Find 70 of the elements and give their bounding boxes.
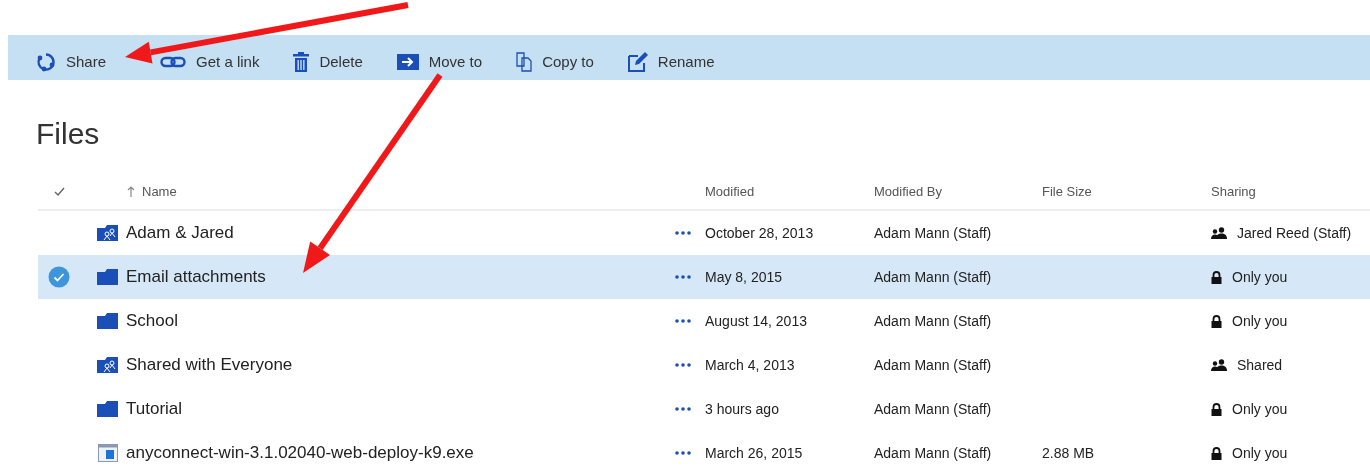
file-row[interactable]: Email attachments May 8, 2015 Adam Mann (Staff) Only you: [38, 255, 1370, 299]
file-size: 2.88 MB: [1042, 445, 1095, 461]
modified-date: 3 hours ago: [705, 401, 779, 417]
link-icon: [160, 54, 187, 69]
file-row[interactable]: Tutorial 3 hours ago Adam Mann (Staff) Only you: [38, 387, 1370, 431]
modified-date: May 8, 2015: [705, 269, 783, 285]
file-name[interactable]: Tutorial: [126, 399, 183, 419]
modified-by: Adam Mann (Staff): [874, 313, 992, 329]
more-options-icon[interactable]: [675, 363, 691, 367]
column-header[interactable]: File Size: [1042, 184, 1092, 199]
modified-by: Adam Mann (Staff): [874, 401, 992, 417]
toolbar-button[interactable]: Rename: [627, 51, 715, 72]
modified-by: Adam Mann (Staff): [874, 445, 992, 461]
column-header[interactable]: Modified By: [874, 184, 942, 199]
edit-icon: [627, 51, 648, 72]
sharing-status: Jared Reed (Staff): [1237, 225, 1352, 241]
move-icon: [396, 53, 419, 70]
more-options-icon[interactable]: [675, 451, 691, 455]
page-title: Files: [36, 116, 101, 152]
modified-by: Adam Mann (Staff): [874, 269, 992, 285]
column-header[interactable]: Sharing: [1211, 184, 1256, 199]
toolbar-button[interactable]: Copy to: [516, 51, 594, 72]
lock-icon: [1211, 314, 1222, 328]
modified-date: March 4, 2013: [705, 357, 795, 373]
more-options-icon[interactable]: [675, 275, 691, 279]
more-options-icon[interactable]: [675, 319, 691, 323]
more-options-icon[interactable]: [675, 231, 691, 235]
people-icon: [1211, 359, 1227, 371]
file-row[interactable]: anyconnect-win-3.1.02040-web-deploy-k9.exe March 26, 2015 Adam Mann (Staff) 2.88 MB Only you: [38, 431, 1370, 471]
lock-icon: [1211, 446, 1222, 460]
file-row[interactable]: Adam & Jared October 28, 2013 Adam Mann (Staff) Jared Reed (Staff): [38, 211, 1370, 255]
trash-icon: [293, 51, 310, 72]
shared-folder-icon: [97, 225, 118, 241]
people-icon: [1211, 227, 1227, 239]
file-row[interactable]: Shared with Everyone March 4, 2013 Adam Mann (Staff) Shared: [38, 343, 1370, 387]
toolbar-button[interactable]: Share: [36, 51, 107, 72]
file-name[interactable]: Shared with Everyone: [126, 355, 293, 375]
modified-date: March 26, 2015: [705, 445, 803, 461]
sharing-status: Only you: [1232, 313, 1288, 329]
exe-file-icon: [98, 444, 118, 462]
file-name[interactable]: Email attachments: [126, 267, 266, 287]
file-name[interactable]: Adam & Jared: [126, 223, 234, 243]
select-all-check-icon[interactable]: [53, 187, 65, 196]
sharing-status: Only you: [1232, 269, 1288, 285]
column-header[interactable]: Modified: [705, 184, 755, 199]
toolbar-button[interactable]: Move to: [396, 53, 483, 70]
shared-folder-icon: [97, 357, 118, 373]
selected-check-icon[interactable]: [48, 266, 70, 288]
lock-icon: [1211, 402, 1222, 416]
share-icon: [36, 51, 56, 72]
sort-up-icon: [127, 186, 135, 197]
modified-by: Adam Mann (Staff): [874, 357, 992, 373]
modified-by: Adam Mann (Staff): [874, 225, 992, 241]
toolbar-button[interactable]: Delete: [293, 51, 363, 72]
modified-date: August 14, 2013: [705, 313, 807, 329]
folder-icon: [97, 313, 118, 329]
sharing-status: Only you: [1232, 401, 1288, 417]
lock-icon: [1211, 270, 1222, 284]
more-options-icon[interactable]: [675, 407, 691, 411]
sharing-status: Only you: [1232, 445, 1288, 461]
file-row[interactable]: School August 14, 2013 Adam Mann (Staff) Only you: [38, 299, 1370, 343]
column-header[interactable]: Name: [142, 184, 177, 199]
file-name[interactable]: anyconnect-win-3.1.02040-web-deploy-k9.exe: [126, 443, 474, 463]
copy-icon: [516, 51, 533, 72]
file-name[interactable]: School: [126, 311, 178, 331]
sharing-status: Shared: [1237, 357, 1283, 373]
toolbar-button[interactable]: Get a link: [160, 53, 260, 70]
folder-icon: [97, 401, 118, 417]
modified-date: October 28, 2013: [705, 225, 814, 241]
folder-icon: [97, 269, 118, 285]
